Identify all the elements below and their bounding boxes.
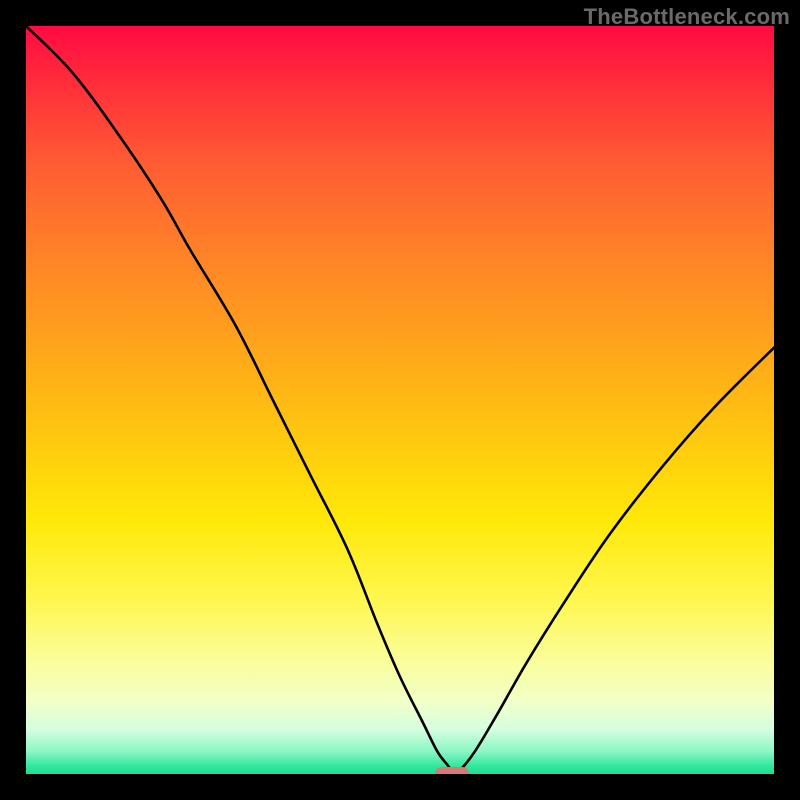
bottleneck-marker — [435, 767, 469, 774]
watermark-text: TheBottleneck.com — [584, 4, 790, 30]
plot-area — [26, 26, 774, 774]
chart-container: TheBottleneck.com — [0, 0, 800, 800]
bottleneck-curve — [26, 26, 774, 774]
